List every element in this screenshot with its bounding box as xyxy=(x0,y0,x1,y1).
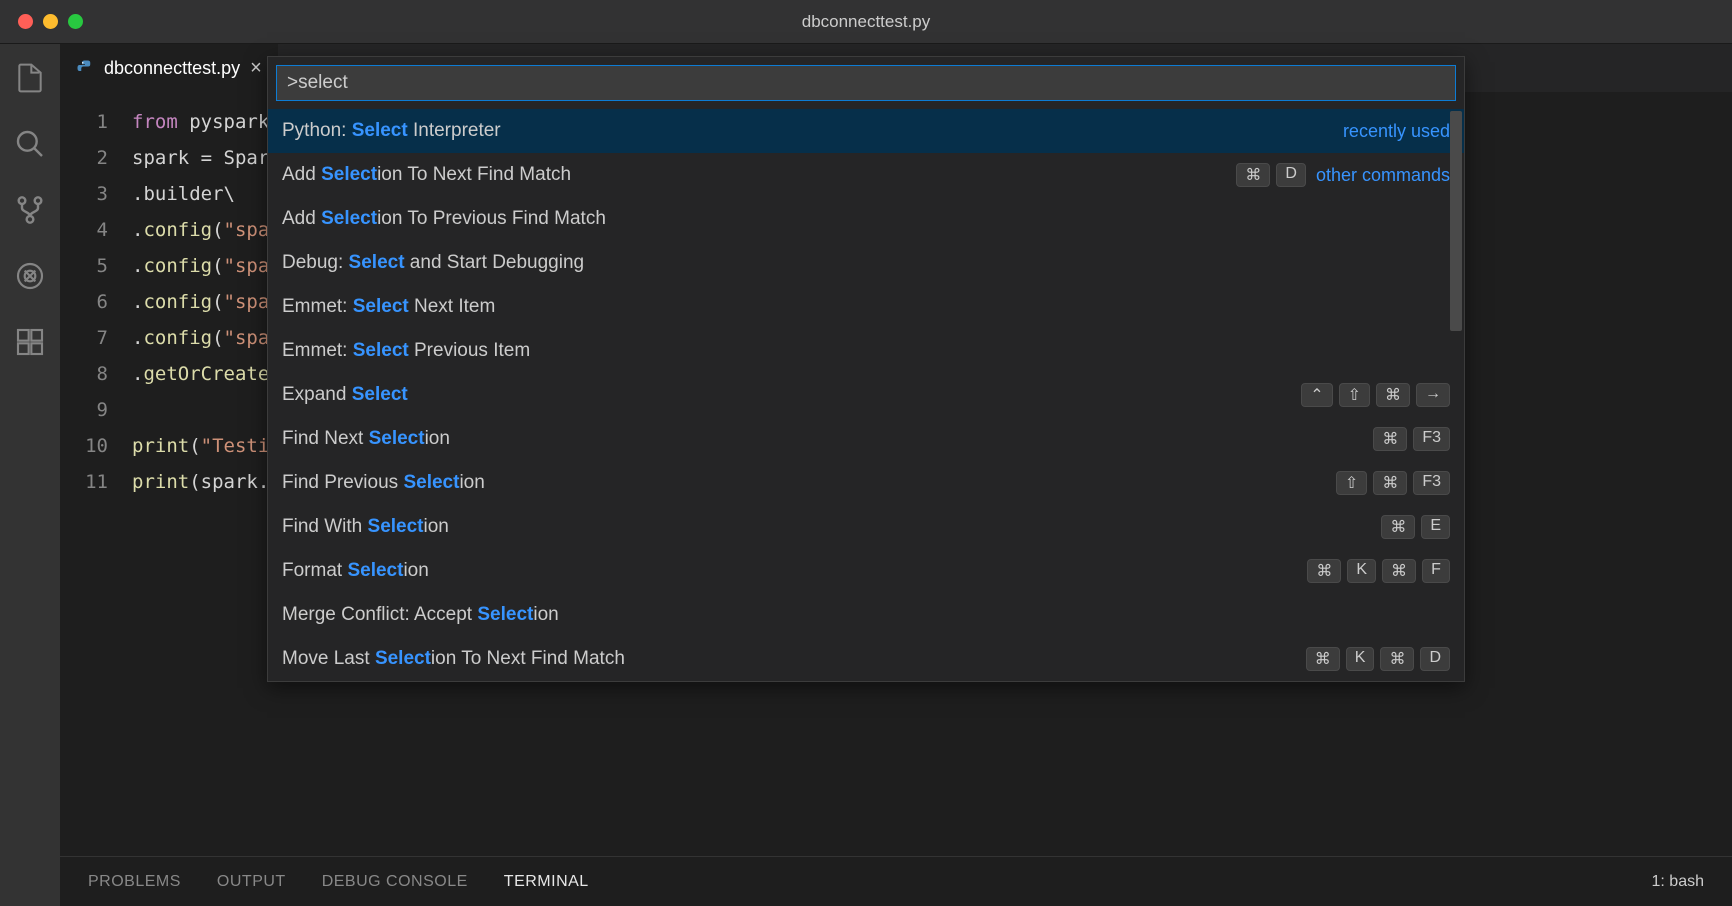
line-number: 4 xyxy=(60,212,108,248)
command-label: Find Previous Selection xyxy=(282,472,1336,494)
command-palette-item[interactable]: Emmet: Select Next Item xyxy=(268,285,1464,329)
line-number: 10 xyxy=(60,428,108,464)
command-label: Find With Selection xyxy=(282,516,1381,538)
command-palette-item[interactable]: Emmet: Select Previous Item xyxy=(268,329,1464,373)
search-icon[interactable] xyxy=(12,126,48,162)
keybinding: ⌘F3 xyxy=(1373,427,1450,451)
command-palette-item[interactable]: Python: Select Interpreterrecently used xyxy=(268,109,1464,153)
command-palette-item[interactable]: Format Selection⌘K⌘F xyxy=(268,549,1464,593)
line-number: 11 xyxy=(60,464,108,500)
command-palette-item[interactable]: Debug: Select and Start Debugging xyxy=(268,241,1464,285)
tab-filename: dbconnecttest.py xyxy=(104,58,240,79)
command-palette-list: Python: Select Interpreterrecently usedA… xyxy=(268,109,1464,681)
keybinding: ⌘K⌘F xyxy=(1307,559,1450,583)
keybinding: ⌘K⌘D xyxy=(1306,647,1450,671)
source-control-icon[interactable] xyxy=(12,192,48,228)
window-controls xyxy=(18,14,83,29)
terminal-selector[interactable]: 1: bash xyxy=(1652,873,1704,891)
debug-icon[interactable] xyxy=(12,258,48,294)
command-label: Emmet: Select Previous Item xyxy=(282,340,1450,362)
command-label: Add Selection To Next Find Match xyxy=(282,164,1236,186)
panel-tab-terminal[interactable]: TERMINAL xyxy=(504,873,589,891)
command-label: Expand Select xyxy=(282,384,1301,406)
command-palette-item[interactable]: Add Selection To Next Find Match⌘D other … xyxy=(268,153,1464,197)
minimize-window-button[interactable] xyxy=(43,14,58,29)
bottom-panel: PROBLEMS OUTPUT DEBUG CONSOLE TERMINAL 1: b… xyxy=(60,856,1732,906)
command-label: Format Selection xyxy=(282,560,1307,582)
close-icon[interactable]: × xyxy=(250,57,262,80)
close-window-button[interactable] xyxy=(18,14,33,29)
panel-tabs: PROBLEMS OUTPUT DEBUG CONSOLE TERMINAL xyxy=(88,873,589,891)
scrollbar[interactable] xyxy=(1450,111,1462,331)
keybinding: ⇧⌘F3 xyxy=(1336,471,1450,495)
command-palette-item[interactable]: Expand Select⌃⇧⌘→ xyxy=(268,373,1464,417)
command-palette-item[interactable]: Move Last Selection To Next Find Match⌘K… xyxy=(268,637,1464,681)
tab-file[interactable]: dbconnecttest.py × xyxy=(60,44,278,92)
command-palette-item[interactable]: Find Previous Selection⇧⌘F3 xyxy=(268,461,1464,505)
titlebar: dbconnecttest.py xyxy=(0,0,1732,44)
command-palette-item[interactable]: Find Next Selection⌘F3 xyxy=(268,417,1464,461)
command-palette-item[interactable]: Merge Conflict: Accept Selection xyxy=(268,593,1464,637)
line-number: 6 xyxy=(60,284,108,320)
keybinding: ⌘D xyxy=(1236,163,1306,187)
extensions-icon[interactable] xyxy=(12,324,48,360)
command-palette-item[interactable]: Find With Selection⌘E xyxy=(268,505,1464,549)
line-number: 3 xyxy=(60,176,108,212)
panel-tab-debug-console[interactable]: DEBUG CONSOLE xyxy=(322,873,468,891)
command-label: Python: Select Interpreter xyxy=(282,120,1343,142)
command-label: Add Selection To Previous Find Match xyxy=(282,208,1450,230)
line-numbers: 1234567891011 xyxy=(60,104,132,856)
line-number: 2 xyxy=(60,140,108,176)
command-palette: Python: Select Interpreterrecently usedA… xyxy=(267,56,1465,682)
command-palette-item[interactable]: Add Selection To Previous Find Match xyxy=(268,197,1464,241)
activity-bar xyxy=(0,44,60,906)
maximize-window-button[interactable] xyxy=(68,14,83,29)
command-palette-input[interactable] xyxy=(276,65,1456,101)
python-icon xyxy=(76,59,94,77)
command-label: Move Last Selection To Next Find Match xyxy=(282,648,1306,670)
line-number: 9 xyxy=(60,392,108,428)
keybinding: ⌃⇧⌘→ xyxy=(1301,383,1450,407)
line-number: 7 xyxy=(60,320,108,356)
window-title: dbconnecttest.py xyxy=(802,12,931,32)
command-label: Merge Conflict: Accept Selection xyxy=(282,604,1450,626)
panel-tab-problems[interactable]: PROBLEMS xyxy=(88,873,181,891)
command-tag: recently used xyxy=(1343,121,1450,142)
panel-tab-output[interactable]: OUTPUT xyxy=(217,873,286,891)
command-tag: other commands xyxy=(1316,165,1450,186)
command-label: Debug: Select and Start Debugging xyxy=(282,252,1450,274)
explorer-icon[interactable] xyxy=(12,60,48,96)
line-number: 5 xyxy=(60,248,108,284)
line-number: 8 xyxy=(60,356,108,392)
keybinding: ⌘E xyxy=(1381,515,1450,539)
command-label: Emmet: Select Next Item xyxy=(282,296,1450,318)
command-label: Find Next Selection xyxy=(282,428,1373,450)
line-number: 1 xyxy=(60,104,108,140)
